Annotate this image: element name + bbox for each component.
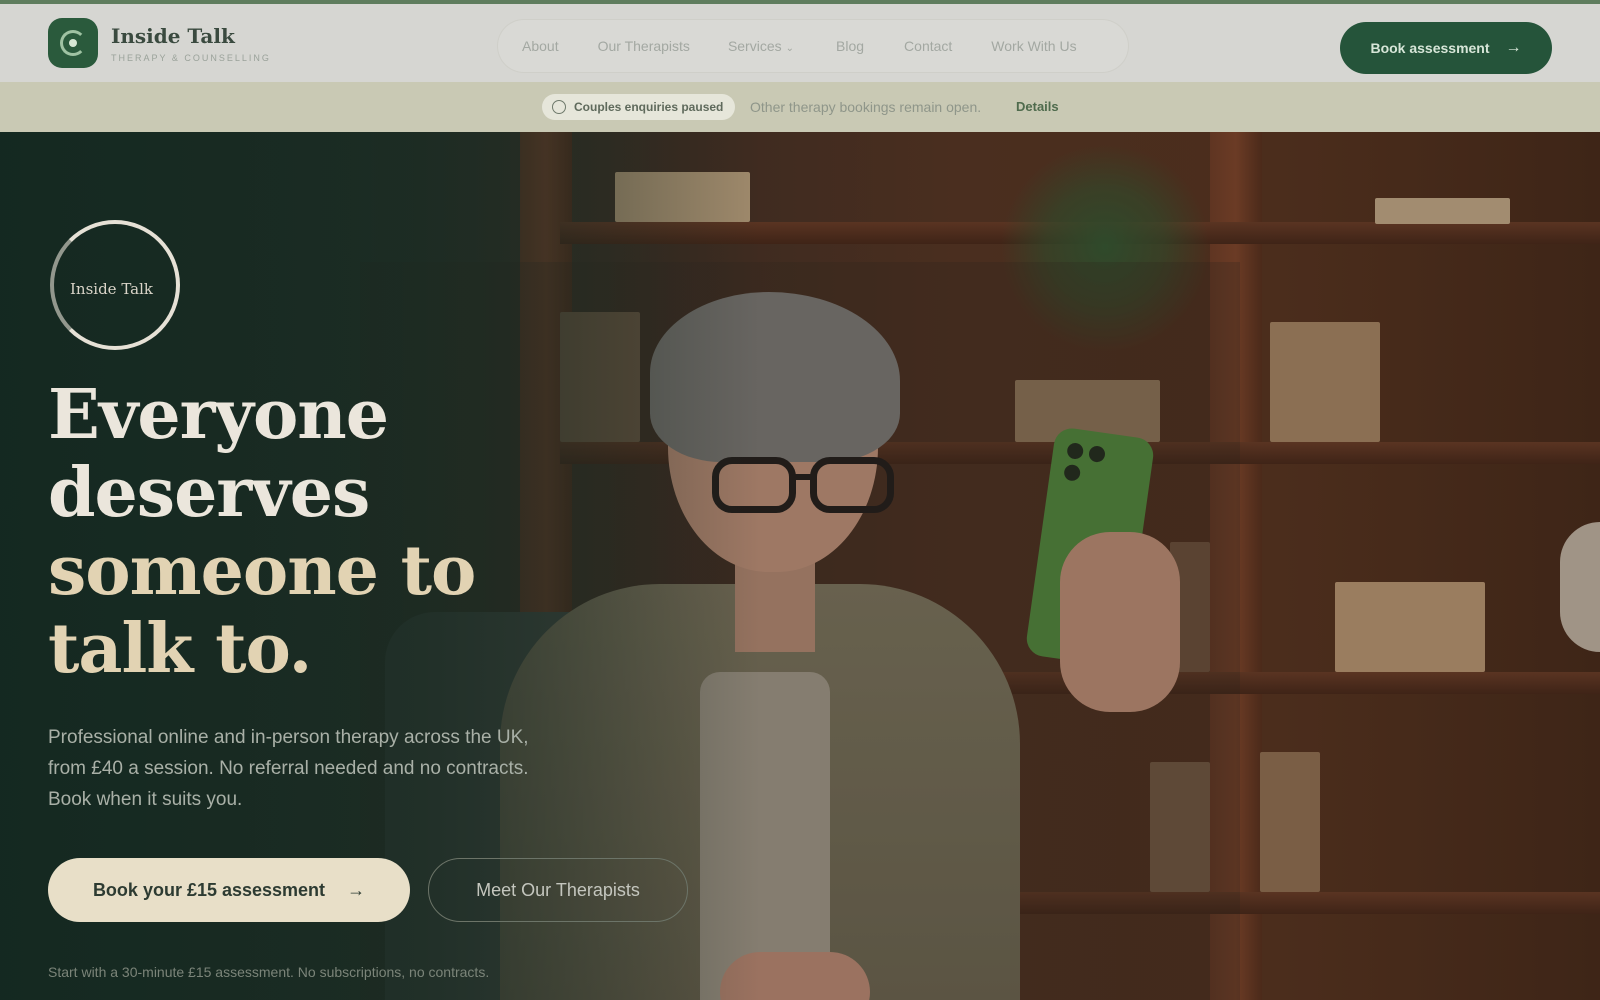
headline-line-4: talk to. (48, 609, 312, 689)
arrow-right-icon: → (1505, 39, 1522, 56)
hero-subtext: Professional online and in-person therap… (48, 727, 529, 810)
nav-item-services-label: Services (727, 38, 782, 54)
notice-bar: Couples enquiries paused Other therapy b… (0, 82, 1600, 132)
nav-item-services[interactable]: Services ⌄ (728, 38, 794, 54)
headline-line-3: someone to (48, 531, 476, 611)
hero-footnote: Start with a 30-minute £15 assessment. N… (48, 964, 490, 980)
book-stack (1335, 582, 1485, 672)
logo-dot (69, 39, 77, 47)
book-assessment-label: Book assessment (1370, 40, 1490, 56)
notice-badge-label: Couples enquiries paused (574, 100, 724, 114)
brand-tagline: THERAPY & COUNSELLING (111, 53, 271, 63)
nav-item-contact[interactable]: Contact (904, 38, 952, 54)
headline-line-1: Everyone (48, 375, 389, 455)
vase (1560, 522, 1600, 652)
nav-item-blog[interactable]: Blog (836, 38, 864, 54)
headline-line-2: deserves (48, 453, 370, 533)
nav-item-work-with-us[interactable]: Work With Us (991, 38, 1076, 54)
book-stack (1375, 198, 1510, 224)
notice-details-link[interactable]: Details (1016, 99, 1059, 114)
emblem-text: Inside Talk (70, 280, 153, 298)
book-row (1260, 752, 1320, 892)
info-circle-icon (552, 100, 566, 114)
hero-headline: Everyone deserves someone to talk to. (48, 375, 476, 689)
book-15-assessment-button[interactable]: Book your £15 assessment → (48, 858, 410, 922)
main-nav: About Our Therapists Services ⌄ Blog Cont… (498, 20, 1128, 72)
book-row (1270, 322, 1380, 442)
nav-item-about[interactable]: About (522, 38, 559, 54)
arrow-right-icon: → (347, 879, 366, 900)
chevron-down-icon: ⌄ (785, 43, 795, 54)
logo-icon[interactable] (48, 18, 98, 68)
meet-therapists-button[interactable]: Meet Our Therapists (428, 858, 688, 922)
notice-badge: Couples enquiries paused (542, 94, 736, 120)
nav-item-our-therapists[interactable]: Our Therapists (598, 38, 690, 54)
site-header: Inside Talk THERAPY & COUNSELLING About … (0, 4, 1600, 82)
notice-text: Other therapy bookings remain open. (750, 99, 982, 115)
brand-name[interactable]: Inside Talk (111, 24, 235, 48)
book-assessment-button[interactable]: Book assessment → (1340, 22, 1552, 74)
primary-cta-label: Book your £15 assessment (92, 879, 326, 900)
